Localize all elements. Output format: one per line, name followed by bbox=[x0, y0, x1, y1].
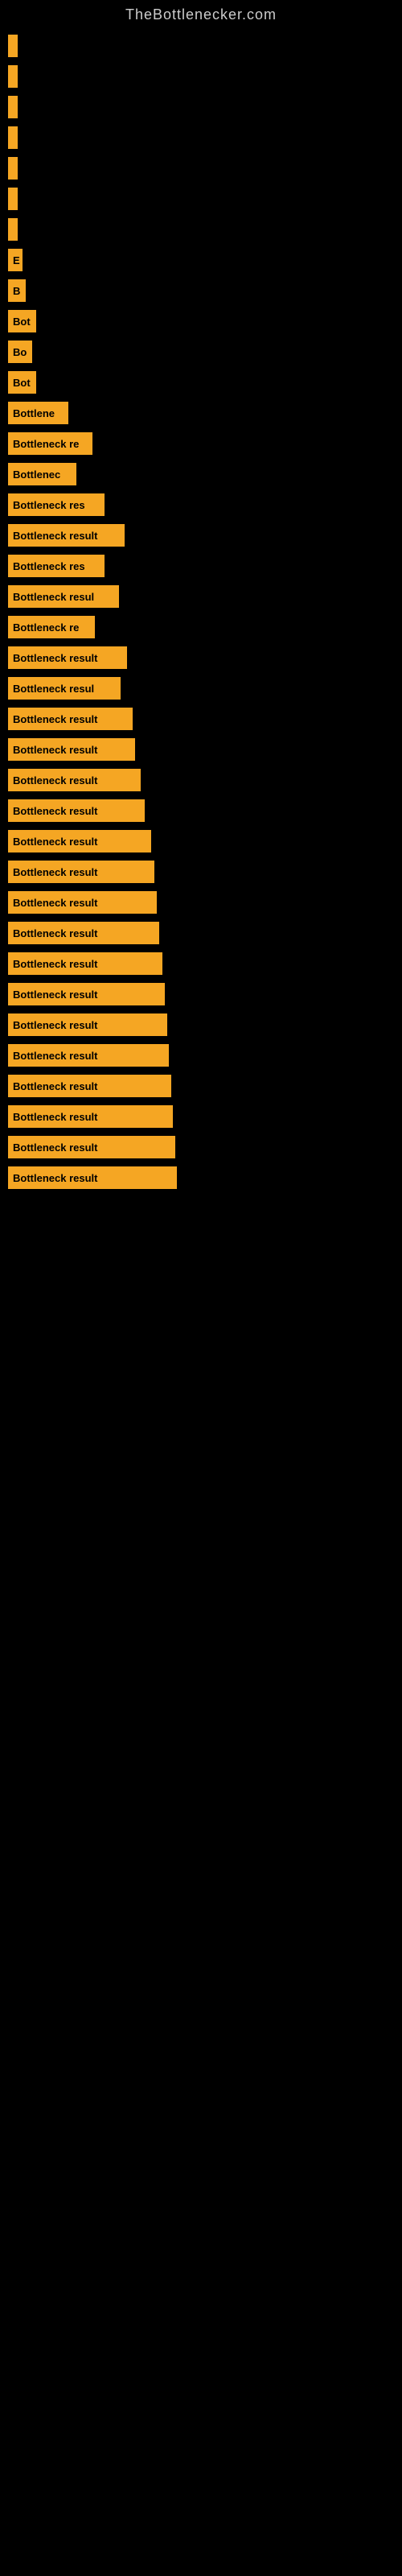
bar-row: Bottleneck result bbox=[8, 891, 402, 914]
bottleneck-bar: Bo bbox=[8, 341, 32, 363]
bar-row bbox=[8, 35, 402, 57]
bottleneck-bar bbox=[8, 218, 18, 241]
bottleneck-bar bbox=[8, 188, 18, 210]
bar-row bbox=[8, 188, 402, 210]
bottleneck-bar: Bottleneck re bbox=[8, 432, 92, 455]
bottleneck-bar: Bottleneck result bbox=[8, 769, 141, 791]
bar-row: Bottleneck re bbox=[8, 432, 402, 455]
bottleneck-bar: Bottleneck resul bbox=[8, 677, 121, 700]
bottleneck-bar: Bottleneck result bbox=[8, 922, 159, 944]
bar-row bbox=[8, 157, 402, 180]
bottleneck-bar: Bottleneck result bbox=[8, 1075, 171, 1097]
bar-row: Bottleneck re bbox=[8, 616, 402, 638]
bottleneck-bar: Bottleneck result bbox=[8, 646, 127, 669]
bottleneck-bar: Bot bbox=[8, 310, 36, 332]
bottleneck-bar: Bottleneck result bbox=[8, 983, 165, 1005]
bottleneck-bar: Bottleneck result bbox=[8, 1105, 173, 1128]
bottleneck-bar bbox=[8, 65, 18, 88]
bottleneck-bar: Bot bbox=[8, 371, 36, 394]
bottleneck-bar bbox=[8, 126, 18, 149]
bar-row: Bottleneck result bbox=[8, 524, 402, 547]
bottleneck-bar: Bottleneck re bbox=[8, 616, 95, 638]
bar-row: Bottlenec bbox=[8, 463, 402, 485]
bar-row: Bottleneck result bbox=[8, 769, 402, 791]
bar-row: Bottleneck result bbox=[8, 952, 402, 975]
bottleneck-bar: Bottleneck result bbox=[8, 861, 154, 883]
bar-row: Bot bbox=[8, 371, 402, 394]
bar-row: B bbox=[8, 279, 402, 302]
bottleneck-bar bbox=[8, 96, 18, 118]
bar-row bbox=[8, 126, 402, 149]
bar-row: Bottleneck result bbox=[8, 708, 402, 730]
bar-row bbox=[8, 96, 402, 118]
site-title: TheBottlenecker.com bbox=[0, 0, 402, 27]
bottleneck-bar: Bottleneck result bbox=[8, 952, 162, 975]
bar-row: Bottleneck result bbox=[8, 861, 402, 883]
bottleneck-bar: Bottleneck result bbox=[8, 1013, 167, 1036]
bar-row: Bottleneck resul bbox=[8, 677, 402, 700]
bar-row: Bottleneck result bbox=[8, 738, 402, 761]
bottleneck-bar: Bottlenec bbox=[8, 463, 76, 485]
bar-row: Bottleneck res bbox=[8, 555, 402, 577]
bar-row: Bo bbox=[8, 341, 402, 363]
bar-row: Bottleneck result bbox=[8, 799, 402, 822]
bottleneck-bar: Bottleneck result bbox=[8, 708, 133, 730]
bottleneck-bar bbox=[8, 35, 18, 57]
bottleneck-bar: Bottleneck result bbox=[8, 799, 145, 822]
bottleneck-bar: Bottleneck res bbox=[8, 555, 105, 577]
bar-row: Bottleneck result bbox=[8, 983, 402, 1005]
bar-row: Bottleneck result bbox=[8, 1105, 402, 1128]
bar-row: Bottleneck result bbox=[8, 1075, 402, 1097]
bar-row: Bottleneck result bbox=[8, 1166, 402, 1189]
bottleneck-bar: Bottleneck res bbox=[8, 493, 105, 516]
bar-row: Bot bbox=[8, 310, 402, 332]
bottleneck-bar bbox=[8, 157, 18, 180]
bar-row: E bbox=[8, 249, 402, 271]
bottleneck-bar: Bottlene bbox=[8, 402, 68, 424]
bottleneck-bar: Bottleneck result bbox=[8, 1136, 175, 1158]
bottleneck-bar: Bottleneck result bbox=[8, 891, 157, 914]
bar-row: Bottleneck result bbox=[8, 830, 402, 852]
bottleneck-bar: B bbox=[8, 279, 26, 302]
bottleneck-bar: Bottleneck result bbox=[8, 738, 135, 761]
bar-row: Bottleneck res bbox=[8, 493, 402, 516]
bar-row: Bottleneck result bbox=[8, 922, 402, 944]
bar-row: Bottlene bbox=[8, 402, 402, 424]
bar-row: Bottleneck result bbox=[8, 1044, 402, 1067]
bottleneck-bar: Bottleneck result bbox=[8, 830, 151, 852]
bar-row: Bottleneck result bbox=[8, 646, 402, 669]
bar-row: Bottleneck result bbox=[8, 1013, 402, 1036]
bar-row: Bottleneck result bbox=[8, 1136, 402, 1158]
bars-container: EB Bot Bo Bot Bottlene Bottleneck re Bottlenec… bbox=[0, 27, 402, 1205]
bar-row: Bottleneck resul bbox=[8, 585, 402, 608]
bottleneck-bar: Bottleneck result bbox=[8, 524, 125, 547]
bar-row bbox=[8, 218, 402, 241]
bottleneck-bar: Bottleneck result bbox=[8, 1044, 169, 1067]
bar-row bbox=[8, 65, 402, 88]
bottleneck-bar: Bottleneck result bbox=[8, 1166, 177, 1189]
bottleneck-bar: Bottleneck resul bbox=[8, 585, 119, 608]
bottleneck-bar: E bbox=[8, 249, 23, 271]
